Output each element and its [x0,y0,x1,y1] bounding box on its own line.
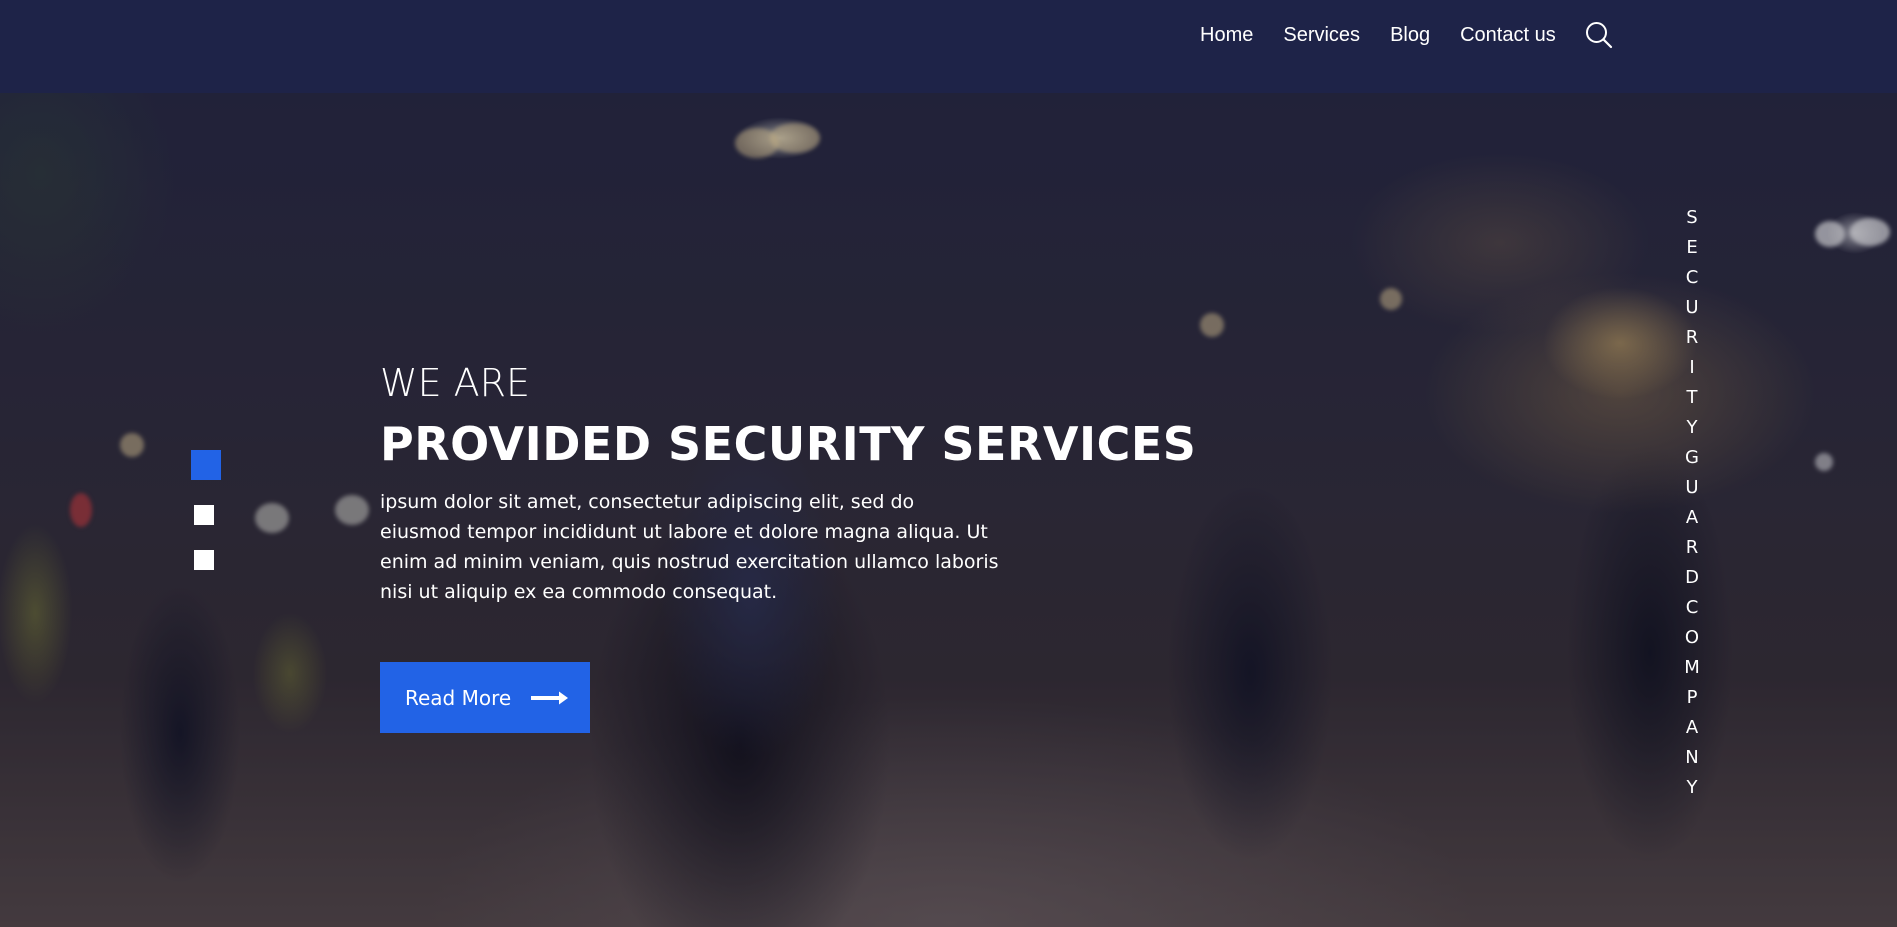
side-text-letter: R [1685,537,1699,558]
top-nav-bar: Home Services Blog Contact us [0,0,1897,93]
side-text-letter: U [1685,477,1699,498]
side-text-letter: P [1686,687,1698,708]
side-text-letter: C [1685,267,1699,288]
side-text-letter: N [1685,747,1699,768]
vertical-side-text: SECURITYGUARDCOMPANY [1677,203,1707,803]
nav-contact-us[interactable]: Contact us [1460,22,1556,48]
nav-blog[interactable]: Blog [1390,22,1430,48]
hero-description: ipsum dolor sit amet, consectetur adipis… [380,491,999,603]
read-more-button[interactable]: Read More [380,662,590,733]
side-text-letter: A [1685,717,1699,738]
side-text-letter: Y [1686,417,1698,438]
side-text-letter: G [1685,447,1699,468]
slider-dot-3[interactable] [194,550,214,570]
slider-dot-2[interactable] [194,505,214,525]
side-text-letter: D [1685,567,1699,588]
side-text-letter: T [1686,387,1698,408]
nav-services[interactable]: Services [1283,22,1360,48]
hero-title: PROVIDED SECURITY SERVICES [380,417,1197,471]
hero-kicker: WE ARE [380,361,531,405]
arrow-right-icon [529,690,569,706]
nav-home[interactable]: Home [1200,22,1253,48]
side-text-letter: E [1686,237,1698,258]
side-text-letter: A [1685,507,1699,528]
side-text-letter: O [1684,627,1700,648]
side-text-letter: I [1689,357,1695,378]
search-icon[interactable] [1584,20,1614,50]
side-text-letter: U [1685,297,1699,318]
hero-section: WE ARE PROVIDED SECURITY SERVICES ipsum … [0,93,1897,927]
side-text-letter: M [1684,657,1700,678]
main-nav: Home Services Blog Contact us [1200,20,1614,50]
side-text-letter: C [1685,597,1699,618]
side-text-letter: R [1685,327,1699,348]
slider-dot-1[interactable] [191,450,221,480]
side-text-letter: Y [1686,777,1698,798]
read-more-label: Read More [405,685,512,710]
side-text-letter: S [1686,207,1698,228]
